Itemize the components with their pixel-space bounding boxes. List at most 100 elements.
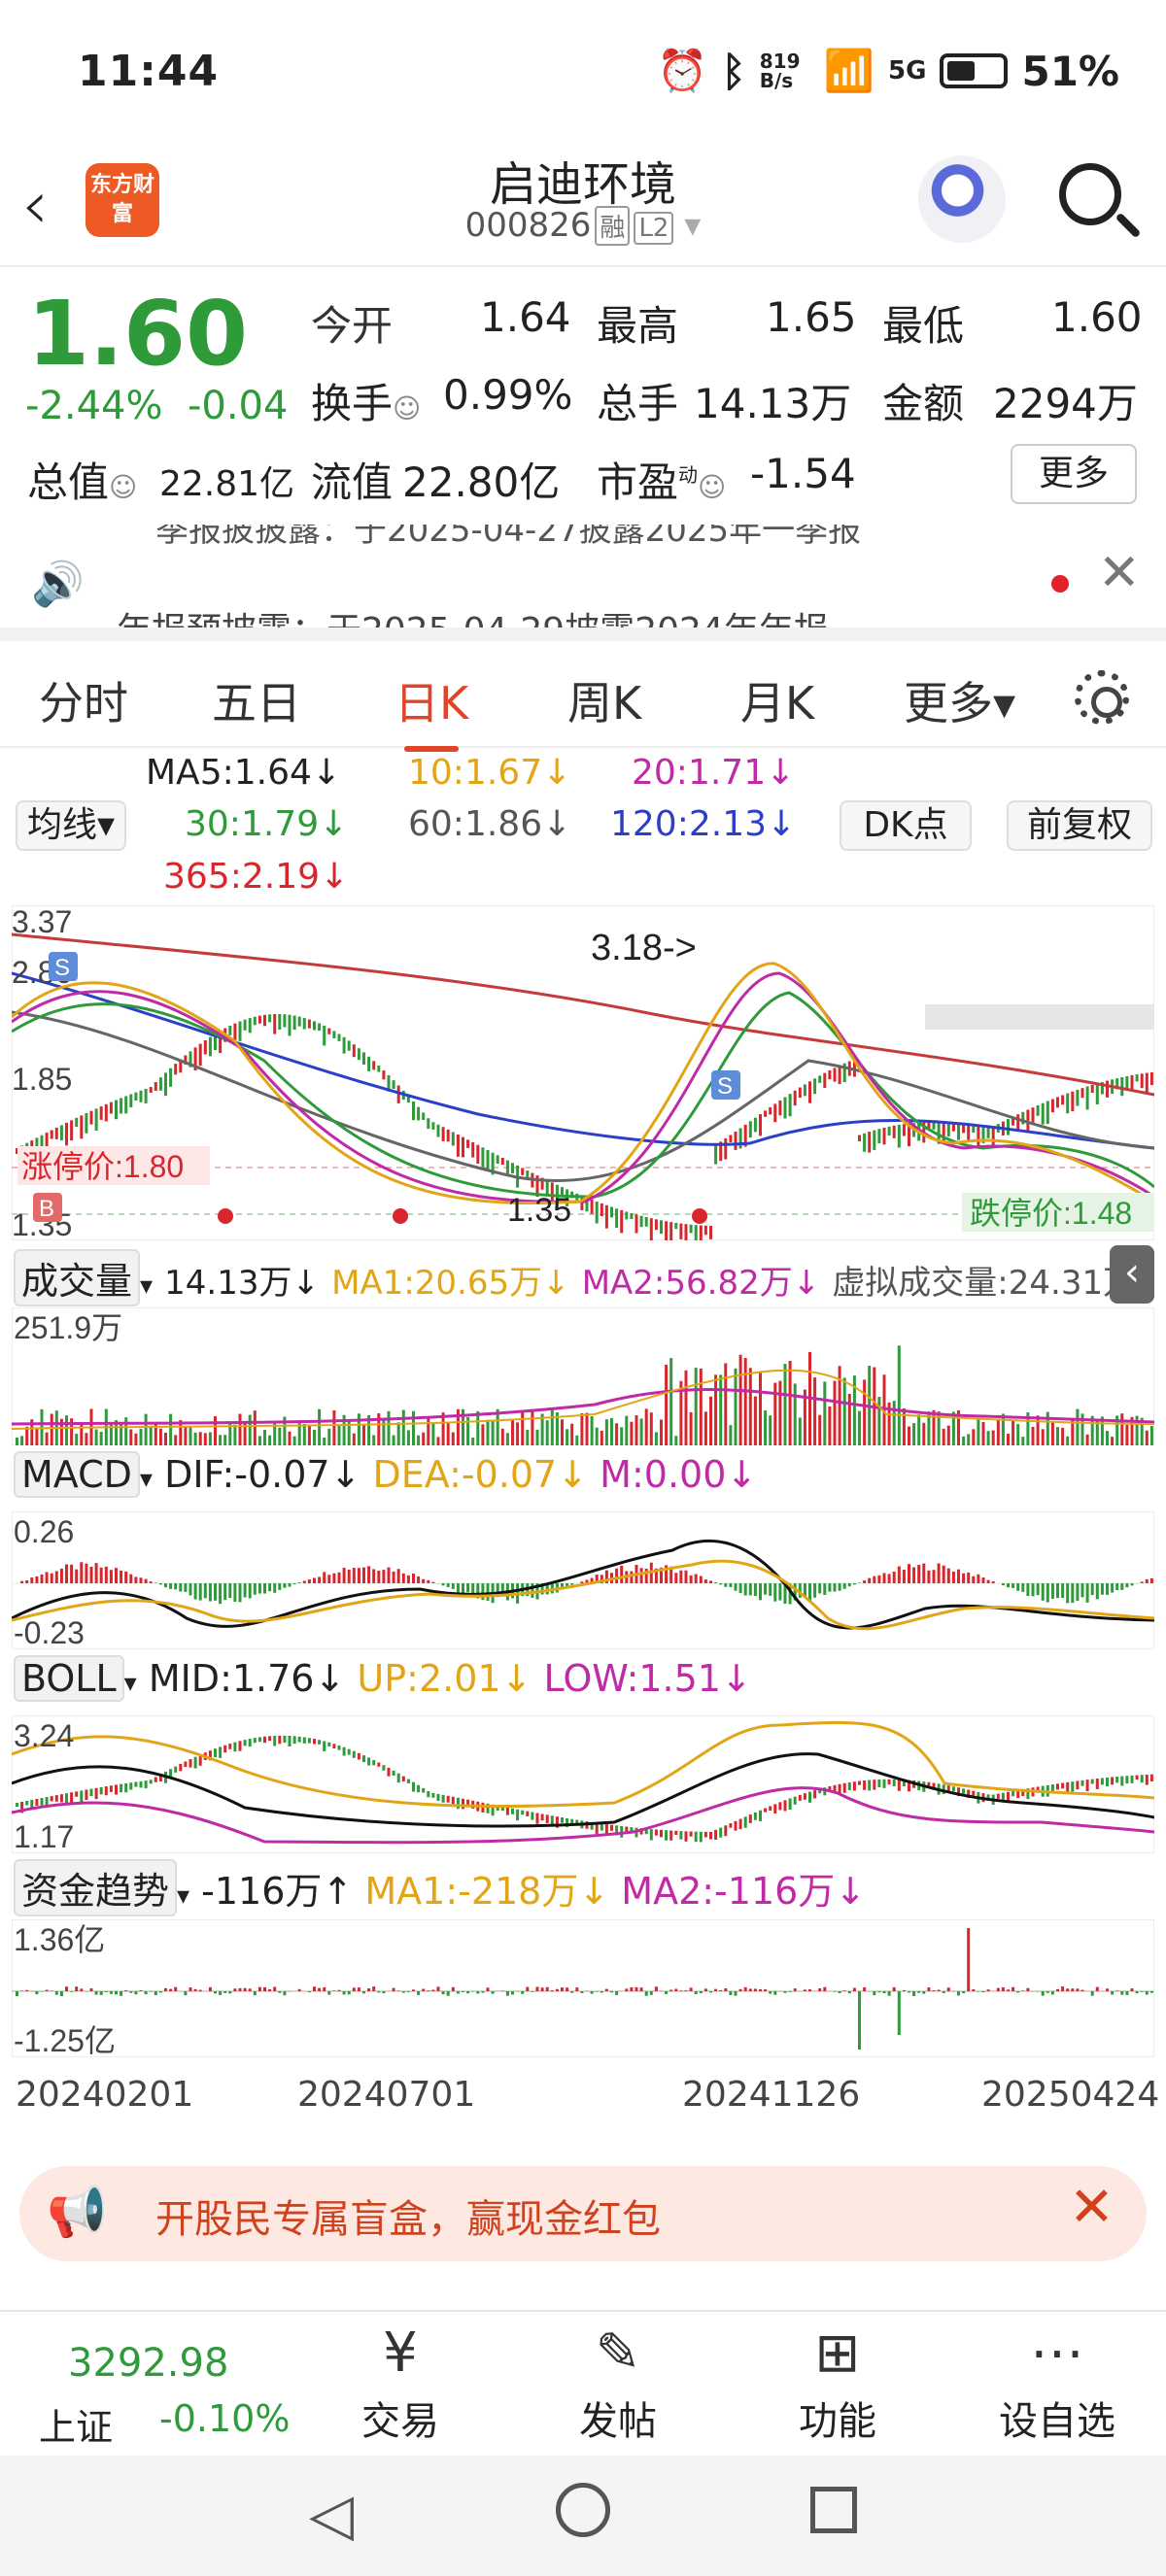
fund-bar: [957, 1991, 960, 1996]
fund-select[interactable]: 资金趋势: [14, 1859, 178, 1916]
megaphone-icon: 📢: [47, 2184, 108, 2240]
volume-bar: [392, 1435, 395, 1445]
back-triangle-icon[interactable]: ◁: [309, 2481, 354, 2549]
candle: [753, 1117, 757, 1133]
boll-candle: [257, 1737, 261, 1743]
boll-candle: [699, 1831, 703, 1843]
macd-bar: [977, 1574, 980, 1583]
macd-bar: [957, 1569, 960, 1583]
boll-candle: [852, 1781, 856, 1791]
macd-bar: [377, 1570, 381, 1583]
fund-bar: [847, 1991, 851, 1994]
volume-bar: [422, 1432, 426, 1445]
volume-bar: [743, 1358, 747, 1445]
fund-bar: [600, 1991, 603, 1993]
fund-bar: [615, 1991, 619, 1995]
recents-square-icon[interactable]: [810, 2487, 857, 2533]
fund-bar: [1111, 1991, 1115, 1995]
candle: [129, 1094, 133, 1108]
volume-bar: [620, 1427, 624, 1445]
dk-point-select[interactable]: DK点: [840, 800, 972, 851]
notice-bar[interactable]: 季报披披露：于2025-04-27披露2025年一季报 🔊 年报预披露：于202…: [0, 525, 1166, 641]
candle: [833, 1068, 837, 1082]
fund-bar: [233, 1988, 237, 1991]
macd-bar: [570, 1583, 574, 1585]
macd-bar: [743, 1583, 747, 1596]
tab-daily-k[interactable]: 日K: [394, 668, 468, 752]
candle: [511, 1163, 514, 1173]
macd-bar: [307, 1579, 311, 1583]
gear-icon[interactable]: [1075, 670, 1129, 725]
robot-avatar-icon[interactable]: [918, 155, 1006, 243]
candle: [897, 1124, 901, 1148]
candle: [902, 1124, 906, 1136]
fund-header: 资金趋势 ▾ -116万↑ MA1:-218万↓ MA2:-116万↓: [14, 1859, 866, 1916]
fund-bar: [115, 1991, 118, 1995]
index-value[interactable]: 3292.98: [68, 2341, 228, 2386]
candle: [604, 1204, 608, 1229]
macd-bar: [462, 1583, 464, 1595]
boll-candle: [263, 1736, 266, 1744]
boll-candle: [1050, 1784, 1054, 1792]
boll-select[interactable]: BOLL: [14, 1655, 124, 1702]
candle: [595, 1202, 599, 1224]
kline-chart[interactable]: 3.37 2.86 1.85 1.35 3.18-> 1.35 涨停价:1.80…: [12, 905, 1154, 1240]
float-label: 流值: [311, 458, 394, 506]
boll-candle: [600, 1823, 603, 1831]
candle: [109, 1102, 113, 1114]
tab-intraday[interactable]: 分时: [39, 668, 128, 732]
macd-bar: [769, 1583, 772, 1596]
promo-banner[interactable]: 📢 开股民专属盲盒，赢现金红包 ✕: [19, 2166, 1147, 2261]
volume-bar: [912, 1423, 916, 1445]
volume-bar: [129, 1429, 133, 1445]
boll-header: BOLL ▾ MID:1.76↓ UP:2.01↓ LOW:1.51↓: [14, 1655, 752, 1702]
boll-candle: [307, 1738, 311, 1744]
amount-label: 金额: [882, 380, 965, 427]
boll-candle: [847, 1781, 851, 1790]
function-button[interactable]: ⊞ 功能: [760, 2322, 915, 2446]
tab-five-day[interactable]: 五日: [212, 668, 301, 732]
macd-bar: [352, 1568, 356, 1583]
tab-more[interactable]: 更多▾: [904, 668, 1015, 732]
tab-weekly-k[interactable]: 周K: [567, 668, 641, 732]
candle: [481, 1147, 485, 1168]
collapse-icon[interactable]: ‹: [1110, 1245, 1154, 1304]
trade-button[interactable]: ¥ 交易: [323, 2322, 478, 2446]
status-icons: ⏰ ᛒ 819 B/s 📶 5G 51%: [657, 47, 1119, 95]
boll-candle: [85, 1789, 88, 1801]
candle: [505, 1160, 509, 1175]
candle: [253, 1016, 257, 1026]
fund-bar: [75, 1986, 79, 1991]
post-button[interactable]: ✎ 发帖: [540, 2322, 696, 2446]
fund-bar: [417, 1991, 421, 1995]
tab-monthly-k[interactable]: 月K: [740, 668, 814, 732]
candle: [679, 1223, 683, 1239]
boll-candle: [80, 1790, 84, 1803]
boll-candle: [674, 1830, 678, 1835]
add-watchlist-button[interactable]: ⋯ 设自选: [979, 2322, 1135, 2446]
macd-bar: [1130, 1583, 1134, 1586]
fund-bar: [912, 1991, 916, 1996]
macd-bar: [759, 1583, 762, 1601]
volume-select[interactable]: 成交量: [14, 1249, 141, 1306]
ma-select[interactable]: 均线▾: [16, 800, 126, 851]
adjust-select[interactable]: 前复权: [1007, 800, 1152, 851]
macd-bar: [362, 1567, 365, 1583]
more-button[interactable]: 更多: [1011, 444, 1137, 504]
candle: [1145, 1072, 1149, 1094]
candle: [1016, 1114, 1020, 1130]
candle: [660, 1220, 663, 1235]
candle: [1080, 1088, 1084, 1099]
macd-bar: [441, 1583, 445, 1586]
close-icon[interactable]: ✕: [1069, 2176, 1115, 2239]
home-circle-icon[interactable]: [556, 2483, 610, 2537]
fund-bar: [94, 1991, 98, 1995]
macd-select[interactable]: MACD: [14, 1451, 140, 1498]
close-icon[interactable]: ✕: [1098, 544, 1141, 602]
candle: [1041, 1102, 1045, 1125]
fund-bar: [887, 1991, 891, 1996]
macd-chart: 0.26 -0.23: [12, 1511, 1154, 1649]
search-icon[interactable]: [1059, 163, 1121, 225]
candle: [462, 1136, 464, 1158]
boll-candle: [649, 1829, 653, 1841]
